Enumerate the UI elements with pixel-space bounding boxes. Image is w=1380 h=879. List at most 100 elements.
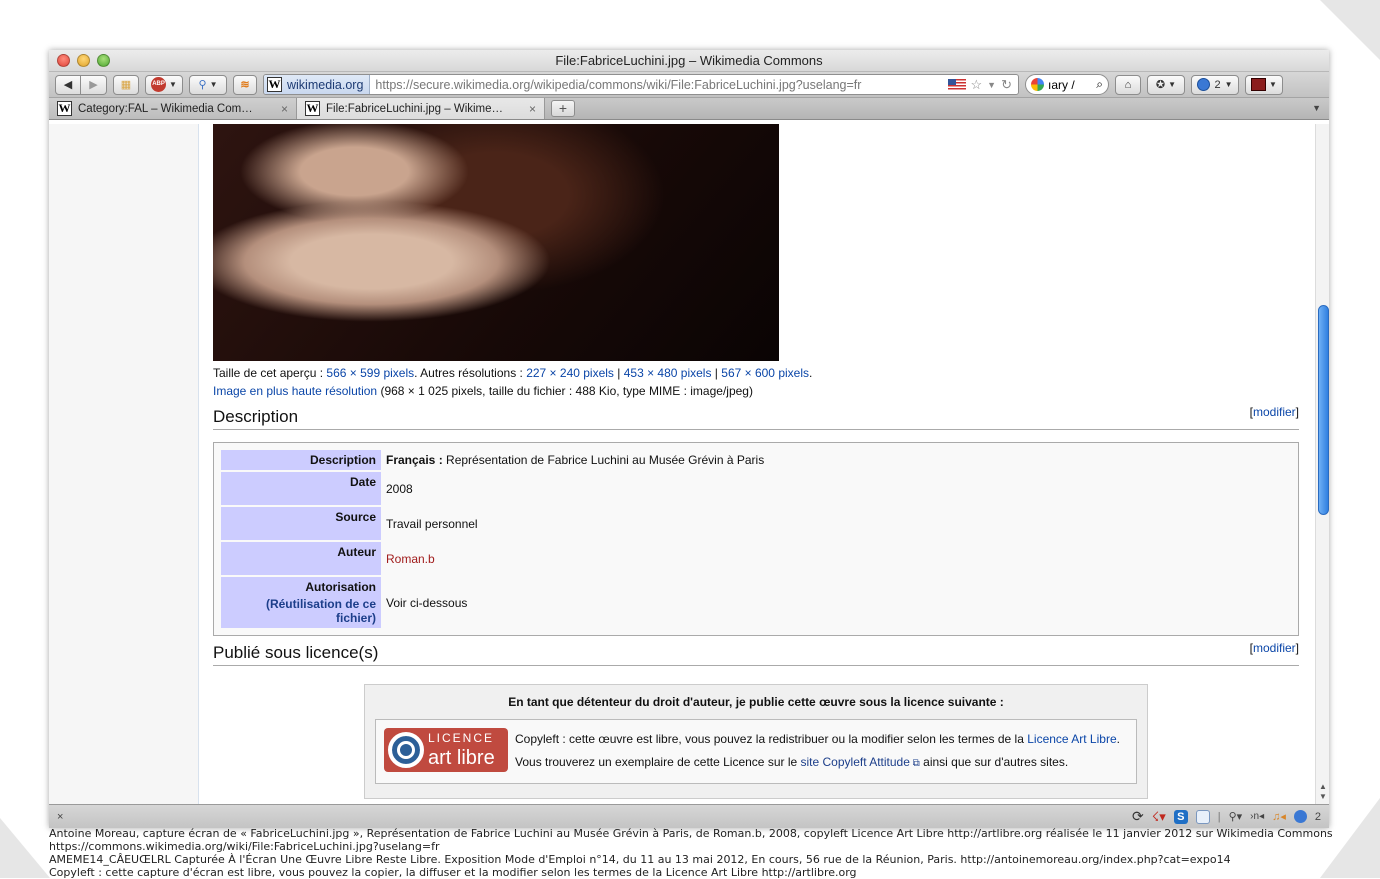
resolution-link-large[interactable]: 567 × 600 pixels [721, 366, 809, 380]
zoom-icon[interactable]: ⚲▾ [1229, 810, 1243, 823]
status-bar: × ⟳ ☇▾ S | ⚲▾ ›n◂ ♫◂ 2 [49, 804, 1329, 828]
license-heading-text: Publié sous licence(s) [213, 643, 378, 662]
preview-size-line: Taille de cet aperçu : 566 × 599 pixels.… [213, 364, 1299, 382]
navigation-toolbar: ◀ ▶ ▦ ABP▼ ⚲▼ ≋ W wikimedia.org https://… [49, 72, 1329, 98]
resolution-link-medium[interactable]: 453 × 480 pixels [624, 366, 712, 380]
edit-link-text[interactable]: modifier [1253, 641, 1296, 655]
forward-button[interactable]: ▶ [81, 75, 107, 95]
dropdown-arrow-icon: ▼ [1225, 80, 1233, 89]
dropdown-arrow-icon: ▼ [210, 80, 218, 89]
separator: | [1218, 811, 1221, 823]
reload-icon[interactable]: ↻ [1001, 77, 1012, 93]
wikipedia-favicon-icon: W [305, 101, 320, 116]
author-link[interactable]: Roman.b [386, 552, 435, 566]
file-page-body: Taille de cet aperçu : 566 × 599 pixels.… [213, 364, 1299, 799]
close-window-button[interactable] [57, 54, 70, 67]
licence-art-libre-logo[interactable]: LICENCE art libre [384, 728, 508, 772]
search-box[interactable]: ıary / ⌕ [1025, 74, 1109, 95]
home-icon: ⌂ [1125, 79, 1132, 91]
home-button[interactable]: ⌂ [1115, 75, 1141, 95]
tab-close-icon[interactable]: × [529, 102, 536, 116]
skype-icon[interactable]: S [1174, 810, 1188, 824]
license-text-2: Vous trouverez un exemplaire de cette Li… [515, 755, 801, 769]
permission-key-cell: Autorisation (Réutilisation de ce fichie… [221, 577, 381, 628]
tab-close-icon[interactable]: × [281, 102, 288, 116]
highres-link[interactable]: Image en plus haute résolution [213, 384, 377, 398]
tab-bar: W Category:FAL – Wikimedia Com… × W File… [49, 98, 1329, 120]
highres-line: Image en plus haute résolution (968 × 1 … [213, 382, 1299, 400]
search-icon[interactable]: ⌕ [1096, 77, 1103, 92]
logo-line-1: LICENCE [428, 732, 495, 744]
license-header: En tant que détenteur du droit d'auteur,… [375, 695, 1137, 709]
scrollbar-thumb[interactable] [1318, 305, 1329, 515]
bookmarks-button[interactable]: ✪▼ [1147, 75, 1185, 95]
scroll-arrows[interactable]: ▲▼ [1318, 782, 1328, 802]
reader-button[interactable]: 2 ▼ [1191, 75, 1239, 95]
adblock-icon: ABP [151, 77, 166, 92]
tab-category-fal[interactable]: W Category:FAL – Wikimedia Com… × [49, 98, 297, 119]
vertical-scrollbar[interactable]: ▲▼ [1315, 124, 1329, 804]
permission-value: Voir ci-dessous [381, 577, 1291, 628]
edit-license-link[interactable]: [modifier] [1250, 635, 1299, 661]
rss-button[interactable]: ≋ [233, 75, 257, 95]
tab-list-dropdown-icon[interactable]: ▼ [1312, 103, 1321, 113]
address-bar[interactable]: W wikimedia.org https://secure.wikimedia… [263, 74, 1019, 95]
edit-description-link[interactable]: [modifier] [1250, 399, 1299, 425]
permission-key: Autorisation [226, 580, 376, 594]
preview-size-link[interactable]: 566 × 599 pixels [326, 366, 414, 380]
url-text[interactable]: https://secure.wikimedia.org/wikipedia/c… [370, 78, 947, 92]
dropdown-arrow-icon: ▼ [1269, 80, 1277, 89]
highres-info: (968 × 1 025 pixels, taille du fichier :… [377, 384, 753, 398]
forward-arrow-icon: ▶ [89, 78, 97, 91]
logo-line-2: art libre [428, 748, 495, 768]
left-navigation-panel [49, 124, 199, 804]
notes-icon[interactable] [1196, 810, 1210, 824]
author-value-cell: Roman.b [381, 542, 1291, 575]
separator: | [711, 366, 721, 380]
url-actions: ☆ ▼ ↻ [948, 77, 1018, 93]
bookmarks-icon: ✪ [1156, 78, 1165, 91]
status-reader-icon[interactable] [1294, 810, 1307, 823]
file-preview-image[interactable] [213, 124, 779, 361]
resolution-link-small[interactable]: 227 × 240 pixels [526, 366, 614, 380]
copyleft-circle-icon [388, 732, 424, 768]
caption-line-3: AMEME14_CÂEUŒLRL Capturée À l'Écran Une … [49, 853, 1349, 866]
music-icon[interactable]: ♫◂ [1272, 810, 1286, 823]
site-identity-button[interactable]: W wikimedia.org [264, 75, 370, 94]
sync-icon[interactable]: ⟳ [1132, 808, 1144, 825]
period: . [809, 366, 812, 380]
bookmark-star-icon[interactable]: ☆ [971, 77, 983, 93]
reuse-link[interactable]: (Réutilisation de ce fichier) [266, 597, 376, 625]
status-close-icon[interactable]: × [57, 811, 77, 823]
extension-button[interactable]: ⚲▼ [189, 75, 227, 95]
status-counter: 2 [1315, 811, 1321, 823]
license-text-1: Copyleft : cette œuvre est libre, vous p… [515, 732, 1027, 746]
reader-icon [1197, 78, 1210, 91]
caption-line-2: https://commons.wikimedia.org/wiki/File:… [49, 840, 1349, 853]
logo-words: LICENCE art libre [428, 732, 495, 768]
title-bar: File:FabriceLuchini.jpg – Wikimedia Comm… [49, 50, 1329, 72]
edit-link-text[interactable]: modifier [1253, 405, 1296, 419]
back-button[interactable]: ◀ [55, 75, 81, 95]
copyleft-attitude-link[interactable]: site Copyleft Attitude [801, 755, 910, 769]
foxmarks-icon[interactable]: ›n◂ [1250, 811, 1264, 822]
description-key: Description [221, 450, 381, 470]
license-box: En tant que détenteur du droit d'auteur,… [364, 684, 1148, 799]
tab-file-fabriceluchini[interactable]: W File:FabriceLuchini.jpg – Wikime… × [297, 98, 545, 119]
window-controls [57, 54, 110, 67]
acrobat-icon[interactable]: ☇▾ [1152, 809, 1166, 825]
minimize-window-button[interactable] [77, 54, 90, 67]
menu-button[interactable]: ▼ [1245, 75, 1283, 95]
description-heading: Description [modifier] [213, 404, 1299, 430]
url-history-dropdown-icon[interactable]: ▼ [987, 80, 996, 90]
extension-icon: ⚲ [199, 78, 207, 91]
apps-button[interactable]: ▦ [113, 75, 139, 95]
language-label: Français : [386, 453, 443, 467]
zoom-window-button[interactable] [97, 54, 110, 67]
new-tab-button[interactable]: + [551, 100, 575, 117]
adblock-button[interactable]: ABP▼ [145, 75, 183, 95]
licence-art-libre-link[interactable]: Licence Art Libre [1027, 732, 1116, 746]
search-input[interactable]: ıary / [1048, 78, 1092, 92]
google-icon [1031, 78, 1044, 91]
author-key: Auteur [221, 542, 381, 575]
